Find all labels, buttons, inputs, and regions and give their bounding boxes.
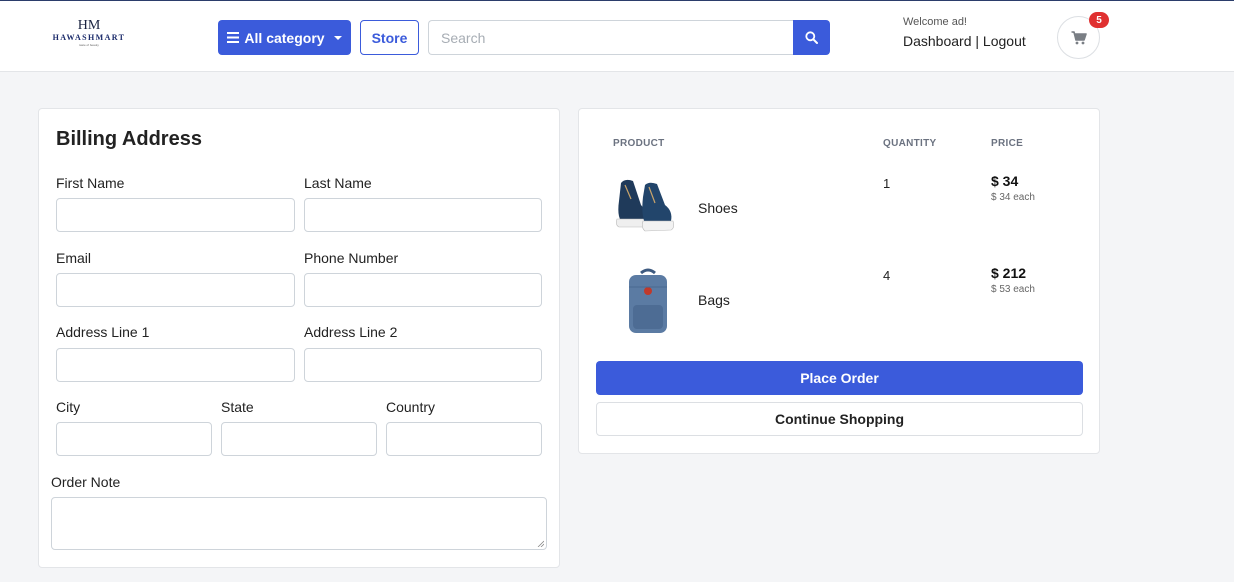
order-note-textarea[interactable] <box>51 497 547 550</box>
product-column-header: PRODUCT <box>613 138 665 149</box>
price-column-header: PRICE <box>991 138 1024 149</box>
phone-label: Phone Number <box>304 250 399 266</box>
country-label: Country <box>386 399 436 415</box>
email-field[interactable] <box>56 273 295 307</box>
product-quantity: 1 <box>883 176 891 191</box>
city-label: City <box>56 399 81 415</box>
logo-tagline: taste of beauty <box>79 43 99 47</box>
product-quantity: 4 <box>883 268 891 283</box>
resize-handle-icon <box>537 540 544 547</box>
shopping-cart-icon <box>1071 30 1087 44</box>
address-line-1-field[interactable] <box>56 348 295 382</box>
continue-shopping-button[interactable]: Continue Shopping <box>596 402 1083 436</box>
country-field[interactable] <box>386 422 542 456</box>
billing-title: Billing Address <box>56 128 202 150</box>
address-line-2-field[interactable] <box>304 348 542 382</box>
search-icon <box>805 31 818 44</box>
caret-down-icon <box>333 35 342 40</box>
dashboard-link[interactable]: Dashboard <box>903 33 972 49</box>
address-line-2-label: Address Line 2 <box>304 324 398 340</box>
product-unit-price: $ 53 each <box>991 284 1035 295</box>
place-order-button[interactable]: Place Order <box>596 361 1083 395</box>
last-name-field[interactable] <box>304 198 542 232</box>
logo-mark: HM <box>77 18 101 33</box>
state-field[interactable] <box>221 422 377 456</box>
search-button[interactable] <box>793 20 830 55</box>
product-price: $ 212 <box>991 265 1027 281</box>
store-button[interactable]: Store <box>360 20 419 55</box>
first-name-label: First Name <box>56 175 125 191</box>
product-name[interactable]: Bags <box>698 292 730 308</box>
product-unit-price: $ 34 each <box>991 192 1035 203</box>
link-separator: | <box>975 33 980 49</box>
logo-name: HAWASHMART <box>52 33 126 42</box>
product-price: $ 34 <box>991 173 1019 189</box>
order-summary-card: PRODUCT QUANTITY PRICE Shoes 1 $ 34 $ 34… <box>578 108 1100 454</box>
order-note-label: Order Note <box>51 474 121 490</box>
cart-count-badge: 5 <box>1089 12 1109 28</box>
search-input[interactable] <box>428 20 794 55</box>
bag-product-image[interactable] <box>623 267 673 335</box>
billing-address-card: Billing Address First Name Last Name Ema… <box>38 108 560 568</box>
last-name-label: Last Name <box>304 175 372 191</box>
quantity-column-header: QUANTITY <box>883 138 937 149</box>
state-label: State <box>221 399 254 415</box>
category-button-label: All category <box>244 29 325 46</box>
email-label: Email <box>56 250 92 266</box>
brand-logo[interactable]: HM HAWASHMART taste of beauty <box>44 19 134 51</box>
address-line-1-label: Address Line 1 <box>56 324 150 340</box>
welcome-text: Welcome ad! <box>903 16 967 28</box>
first-name-field[interactable] <box>56 198 295 232</box>
top-navbar: HM HAWASHMART taste of beauty All catego… <box>0 0 1234 72</box>
city-field[interactable] <box>56 422 212 456</box>
shoes-product-image[interactable] <box>613 175 687 241</box>
product-name[interactable]: Shoes <box>698 200 738 216</box>
menu-icon <box>227 32 240 43</box>
phone-field[interactable] <box>304 273 542 307</box>
account-links: Dashboard | Logout <box>903 33 1026 49</box>
logout-link[interactable]: Logout <box>983 33 1026 49</box>
all-category-dropdown-button[interactable]: All category <box>218 20 351 55</box>
